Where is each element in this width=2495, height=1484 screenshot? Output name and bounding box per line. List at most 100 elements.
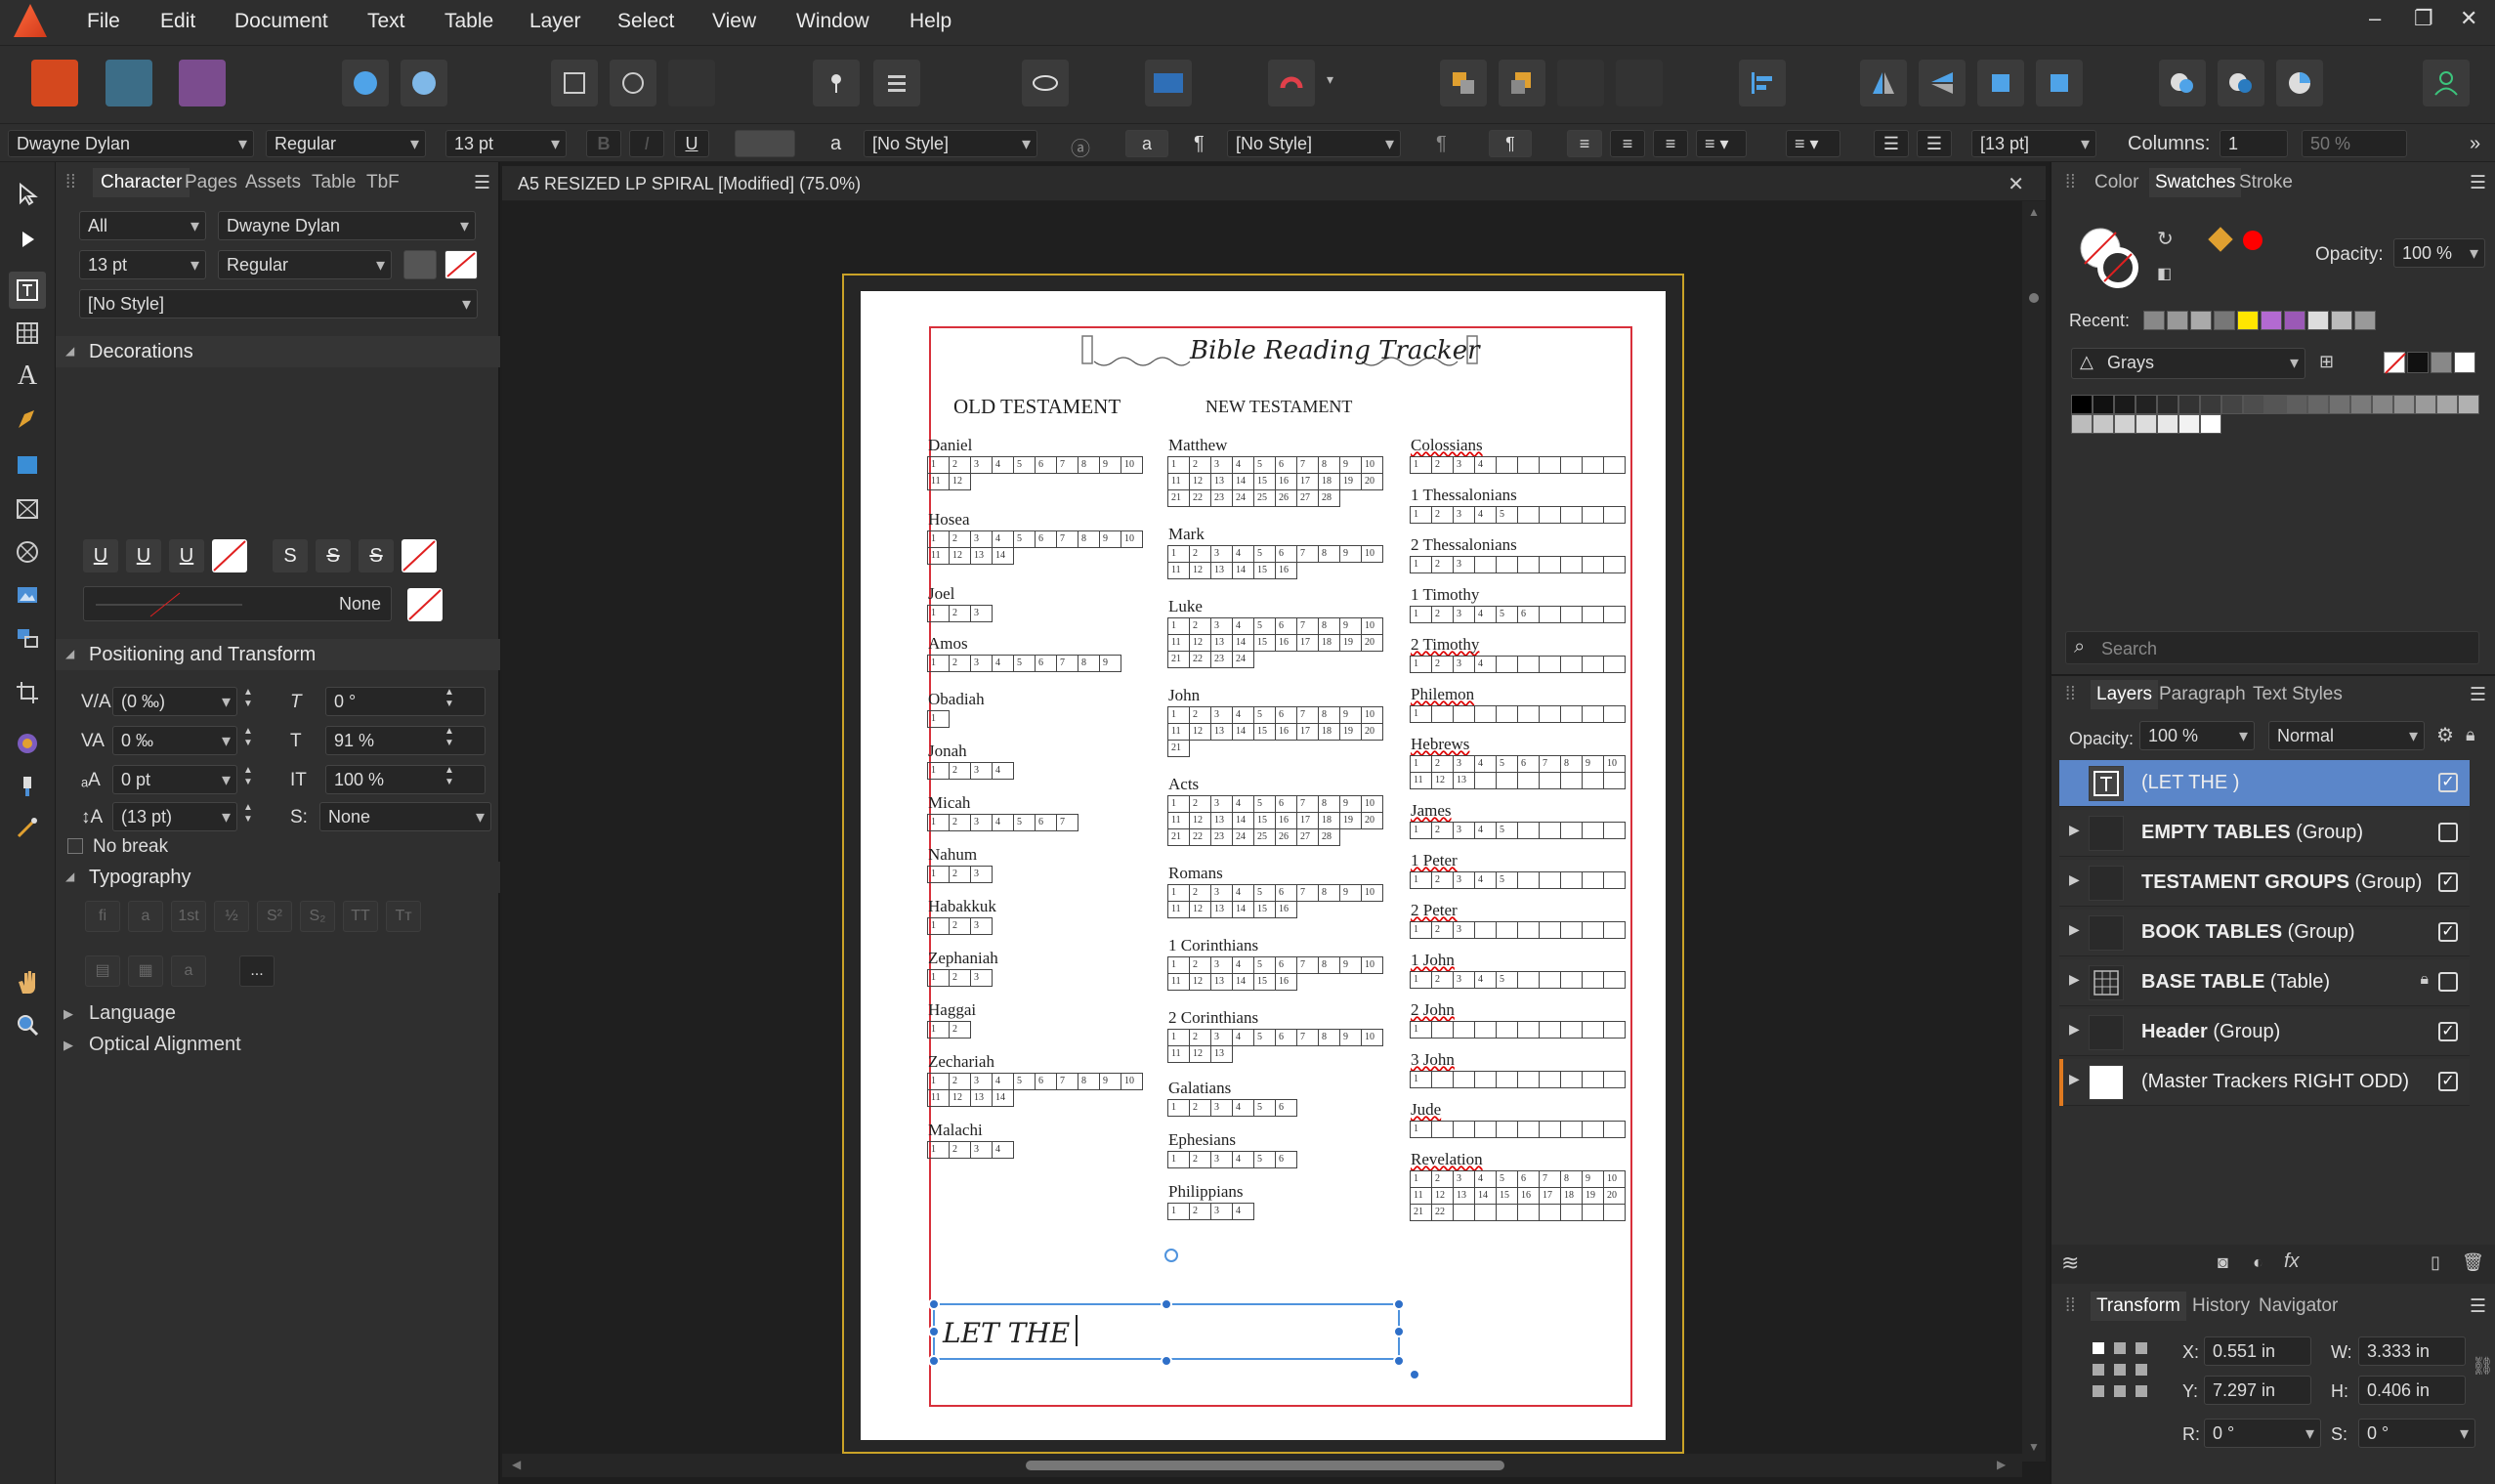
font-family-select[interactable]: Dwayne Dylan — [8, 130, 254, 157]
gray-swatch[interactable] — [2093, 395, 2114, 414]
minimize-icon[interactable]: – — [2369, 6, 2381, 31]
color-picker-tool-icon[interactable] — [9, 809, 46, 846]
character-style-select[interactable]: [No Style] — [864, 130, 1037, 157]
layer-row[interactable]: ▶ EMPTY TABLES (Group) — [2059, 810, 2470, 857]
gray-swatch[interactable] — [2264, 395, 2286, 414]
gray-swatch[interactable] — [2178, 414, 2200, 434]
gray-swatch[interactable] — [2200, 414, 2221, 434]
table-tool-icon[interactable] — [9, 315, 46, 352]
tab-character[interactable]: Character — [93, 168, 190, 197]
layer-visibility-checkbox[interactable]: ✓ — [2438, 872, 2458, 892]
tracking-input[interactable]: 0 ‰ — [112, 726, 237, 755]
adjustment-layer-icon[interactable]: ◐ — [2253, 1252, 2263, 1273]
horizontal-scale-input[interactable]: 100 % — [325, 765, 486, 794]
gray-swatch[interactable] — [2436, 395, 2458, 414]
recent-swatch[interactable] — [2237, 311, 2259, 330]
gray-swatch[interactable] — [2093, 414, 2114, 434]
preflight-icon[interactable] — [551, 60, 598, 106]
align-left-icon[interactable]: ≡ — [1567, 130, 1602, 157]
swatches-menu-icon[interactable]: ☰ — [2470, 172, 2486, 194]
designer-persona-icon[interactable] — [106, 60, 152, 106]
zoom-tool-icon[interactable] — [9, 1006, 46, 1043]
swatch-opacity-input[interactable]: 100 % — [2393, 238, 2485, 268]
para-style-apply-icon[interactable]: ¶ — [1489, 130, 1532, 157]
photo-persona-icon[interactable] — [179, 60, 226, 106]
decoration-line-style[interactable]: None — [83, 586, 392, 621]
blend-mode-select[interactable]: Normal — [2268, 721, 2425, 750]
baseline-grid-icon[interactable] — [1145, 60, 1192, 106]
link-handle[interactable] — [1409, 1369, 1420, 1380]
layer-expand-icon[interactable]: ▶ — [2069, 822, 2080, 838]
horizontal-scroll-thumb[interactable] — [1026, 1461, 1504, 1470]
image-frame-tool-icon[interactable] — [9, 619, 46, 657]
typography-header[interactable]: Typography — [56, 862, 500, 893]
panel-grip[interactable]: ⁞⁞ — [65, 172, 76, 193]
bold-button[interactable]: B — [586, 130, 621, 157]
move-tool-icon[interactable] — [9, 176, 46, 213]
assistant-icon[interactable] — [401, 60, 447, 106]
swap-colors-icon[interactable]: ↻ — [2157, 227, 2174, 251]
gray-swatch[interactable] — [2372, 395, 2393, 414]
shape-tool-icon[interactable] — [9, 445, 46, 483]
align-center-icon[interactable]: ≡ — [1610, 130, 1645, 157]
columns-input[interactable]: 1 — [2220, 130, 2288, 157]
crop-tool-icon[interactable] — [9, 674, 46, 711]
baseline-input[interactable]: 0 pt — [112, 765, 237, 794]
h-input[interactable]: 0.406 in — [2358, 1376, 2466, 1405]
strike-single-button[interactable]: S — [273, 539, 308, 572]
decoration-line-color[interactable] — [407, 588, 443, 621]
decorations-header[interactable]: Decorations — [56, 336, 500, 367]
handle-bc[interactable] — [1161, 1355, 1172, 1367]
menu-window[interactable]: Window — [796, 10, 869, 33]
char-style-select[interactable]: [No Style] — [79, 289, 478, 318]
layer-row[interactable]: ▶ BASE TABLE (Table) 🔒︎ — [2059, 959, 2470, 1006]
justify-icon[interactable]: ≡ ▾ — [1696, 130, 1747, 157]
palette-options-icon[interactable]: ⊞ — [2319, 352, 2334, 372]
panel-fill-swatch[interactable] — [403, 250, 437, 279]
layer-visibility-checkbox[interactable] — [2438, 972, 2458, 992]
menu-document[interactable]: Document — [234, 10, 328, 33]
typography-more-button[interactable]: ... — [239, 955, 275, 987]
strike-custom-button[interactable]: S — [359, 539, 394, 572]
vscale-stepper[interactable]: ▲ ▼ — [443, 726, 456, 755]
panel-style-select[interactable]: Regular — [218, 250, 392, 279]
menu-select[interactable]: Select — [617, 10, 674, 33]
w-input[interactable]: 3.333 in — [2358, 1336, 2466, 1366]
numbering-icon[interactable]: ☰ — [1917, 130, 1952, 157]
arrange-forward-icon[interactable] — [1499, 60, 1545, 106]
handle-ml[interactable] — [928, 1326, 940, 1337]
rotate-right-icon[interactable] — [2036, 60, 2083, 106]
language-header[interactable]: Language — [89, 1002, 176, 1025]
layer-lock-icon[interactable]: 🔒︎ — [2466, 725, 2475, 745]
panel-stroke-swatch[interactable] — [444, 250, 478, 279]
char-style-action-icon[interactable]: ⓐ — [1071, 133, 1090, 161]
shear-stepper[interactable]: ▲ ▼ — [443, 687, 456, 716]
baseline-stepper[interactable]: ▲ ▼ — [241, 765, 255, 794]
frame-text-tool-icon[interactable] — [9, 272, 46, 309]
panel-size-select[interactable]: 13 pt — [79, 250, 206, 279]
layers-panel-grip[interactable]: ⁞⁞ — [2065, 684, 2076, 705]
fill-stroke-widget[interactable] — [2079, 227, 2141, 289]
tab-stroke[interactable]: Stroke — [2239, 172, 2293, 193]
kerning-stepper[interactable]: ▲ ▼ — [241, 687, 255, 716]
script-select[interactable]: None — [319, 802, 491, 831]
layer-row[interactable]: (LET THE ) ✓ — [2059, 760, 2470, 807]
delete-layer-icon[interactable]: 🗑︎ — [2462, 1252, 2484, 1273]
restore-icon[interactable]: ❐ — [2414, 6, 2433, 31]
arrange-front-icon[interactable] — [1440, 60, 1487, 106]
gray-swatch[interactable] — [2329, 395, 2350, 414]
positioning-header[interactable]: Positioning and Transform — [56, 639, 500, 670]
scroll-down-icon[interactable]: ▼ — [2028, 1440, 2040, 1454]
recent-swatch[interactable] — [2261, 311, 2282, 330]
recent-swatch[interactable] — [2214, 311, 2235, 330]
layer-locked-icon[interactable]: 🔒︎ — [2420, 971, 2429, 989]
artistic-text-tool-icon[interactable]: A — [9, 358, 46, 395]
vertical-align-icon[interactable]: ≡ ▾ — [1786, 130, 1840, 157]
gutter-input[interactable]: 50 % — [2302, 130, 2407, 157]
transform-menu-icon[interactable]: ☰ — [2470, 1295, 2486, 1318]
tab-assets[interactable]: Assets — [245, 172, 301, 193]
language-expander-icon[interactable]: ▶ — [63, 1006, 73, 1022]
layer-row[interactable]: ▶ Header (Group) ✓ — [2059, 1009, 2470, 1056]
layers-menu-icon[interactable]: ☰ — [2470, 684, 2486, 706]
place-image-tool-icon[interactable] — [9, 576, 46, 614]
